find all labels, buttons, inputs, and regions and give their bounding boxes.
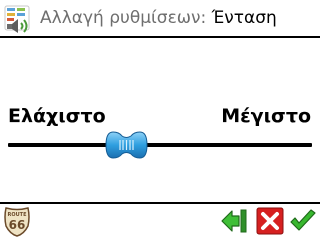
slider-min-label: Ελάχιστο (8, 105, 106, 127)
volume-slider-track[interactable] (8, 143, 312, 147)
settings-volume-icon (4, 5, 30, 33)
title-value: Ένταση (211, 8, 277, 28)
route66-logo: ROUTE 66 (4, 207, 30, 237)
back-arrow-icon[interactable] (220, 207, 248, 235)
volume-slider-thumb[interactable] (105, 130, 148, 160)
header-divider (0, 36, 320, 38)
route66-logo-number: 66 (9, 218, 26, 232)
title-prefix: Αλλαγή ρυθμίσεων: (40, 8, 207, 28)
header-bar: Αλλαγή ρυθμίσεων: Ένταση (0, 0, 320, 36)
ok-checkmark-icon[interactable] (289, 207, 317, 235)
slider-max-label: Μέγιστο (221, 105, 311, 127)
cancel-icon[interactable] (256, 207, 284, 235)
page-title: Αλλαγή ρυθμίσεων: Ένταση (40, 7, 277, 29)
